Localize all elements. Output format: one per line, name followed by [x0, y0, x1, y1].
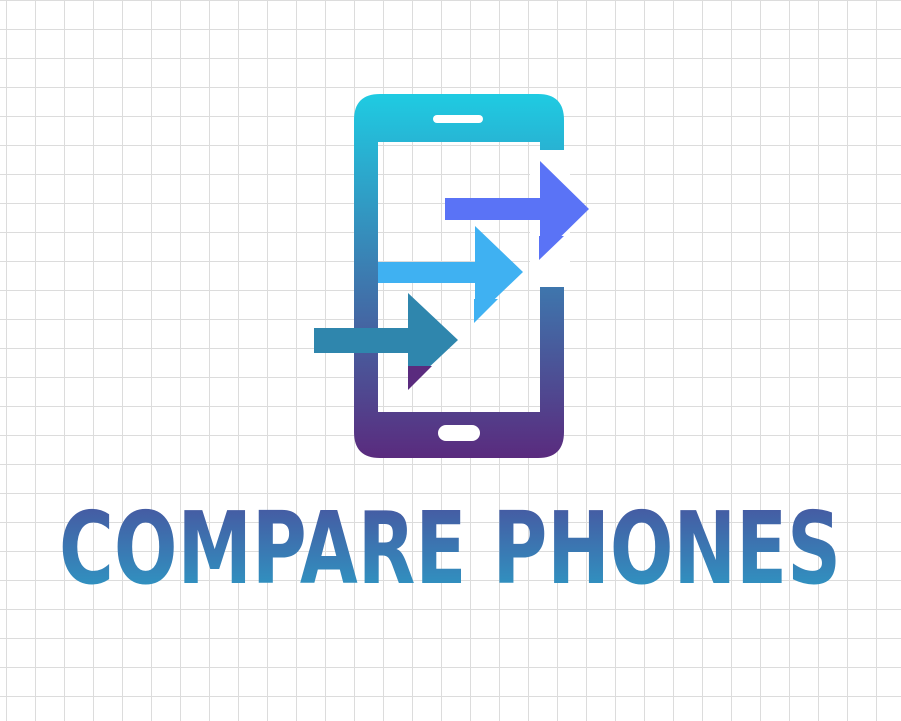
phone-home-button-icon [438, 425, 480, 441]
phone-speaker-icon [433, 115, 483, 123]
arrow-icon-bottom [314, 293, 458, 390]
arrow-icon-middle [378, 226, 523, 323]
logo-graphic [314, 94, 589, 458]
brand-title-graphic: COMPARE PHONES [59, 490, 841, 598]
brand-title: COMPARE PHONES [59, 490, 841, 598]
